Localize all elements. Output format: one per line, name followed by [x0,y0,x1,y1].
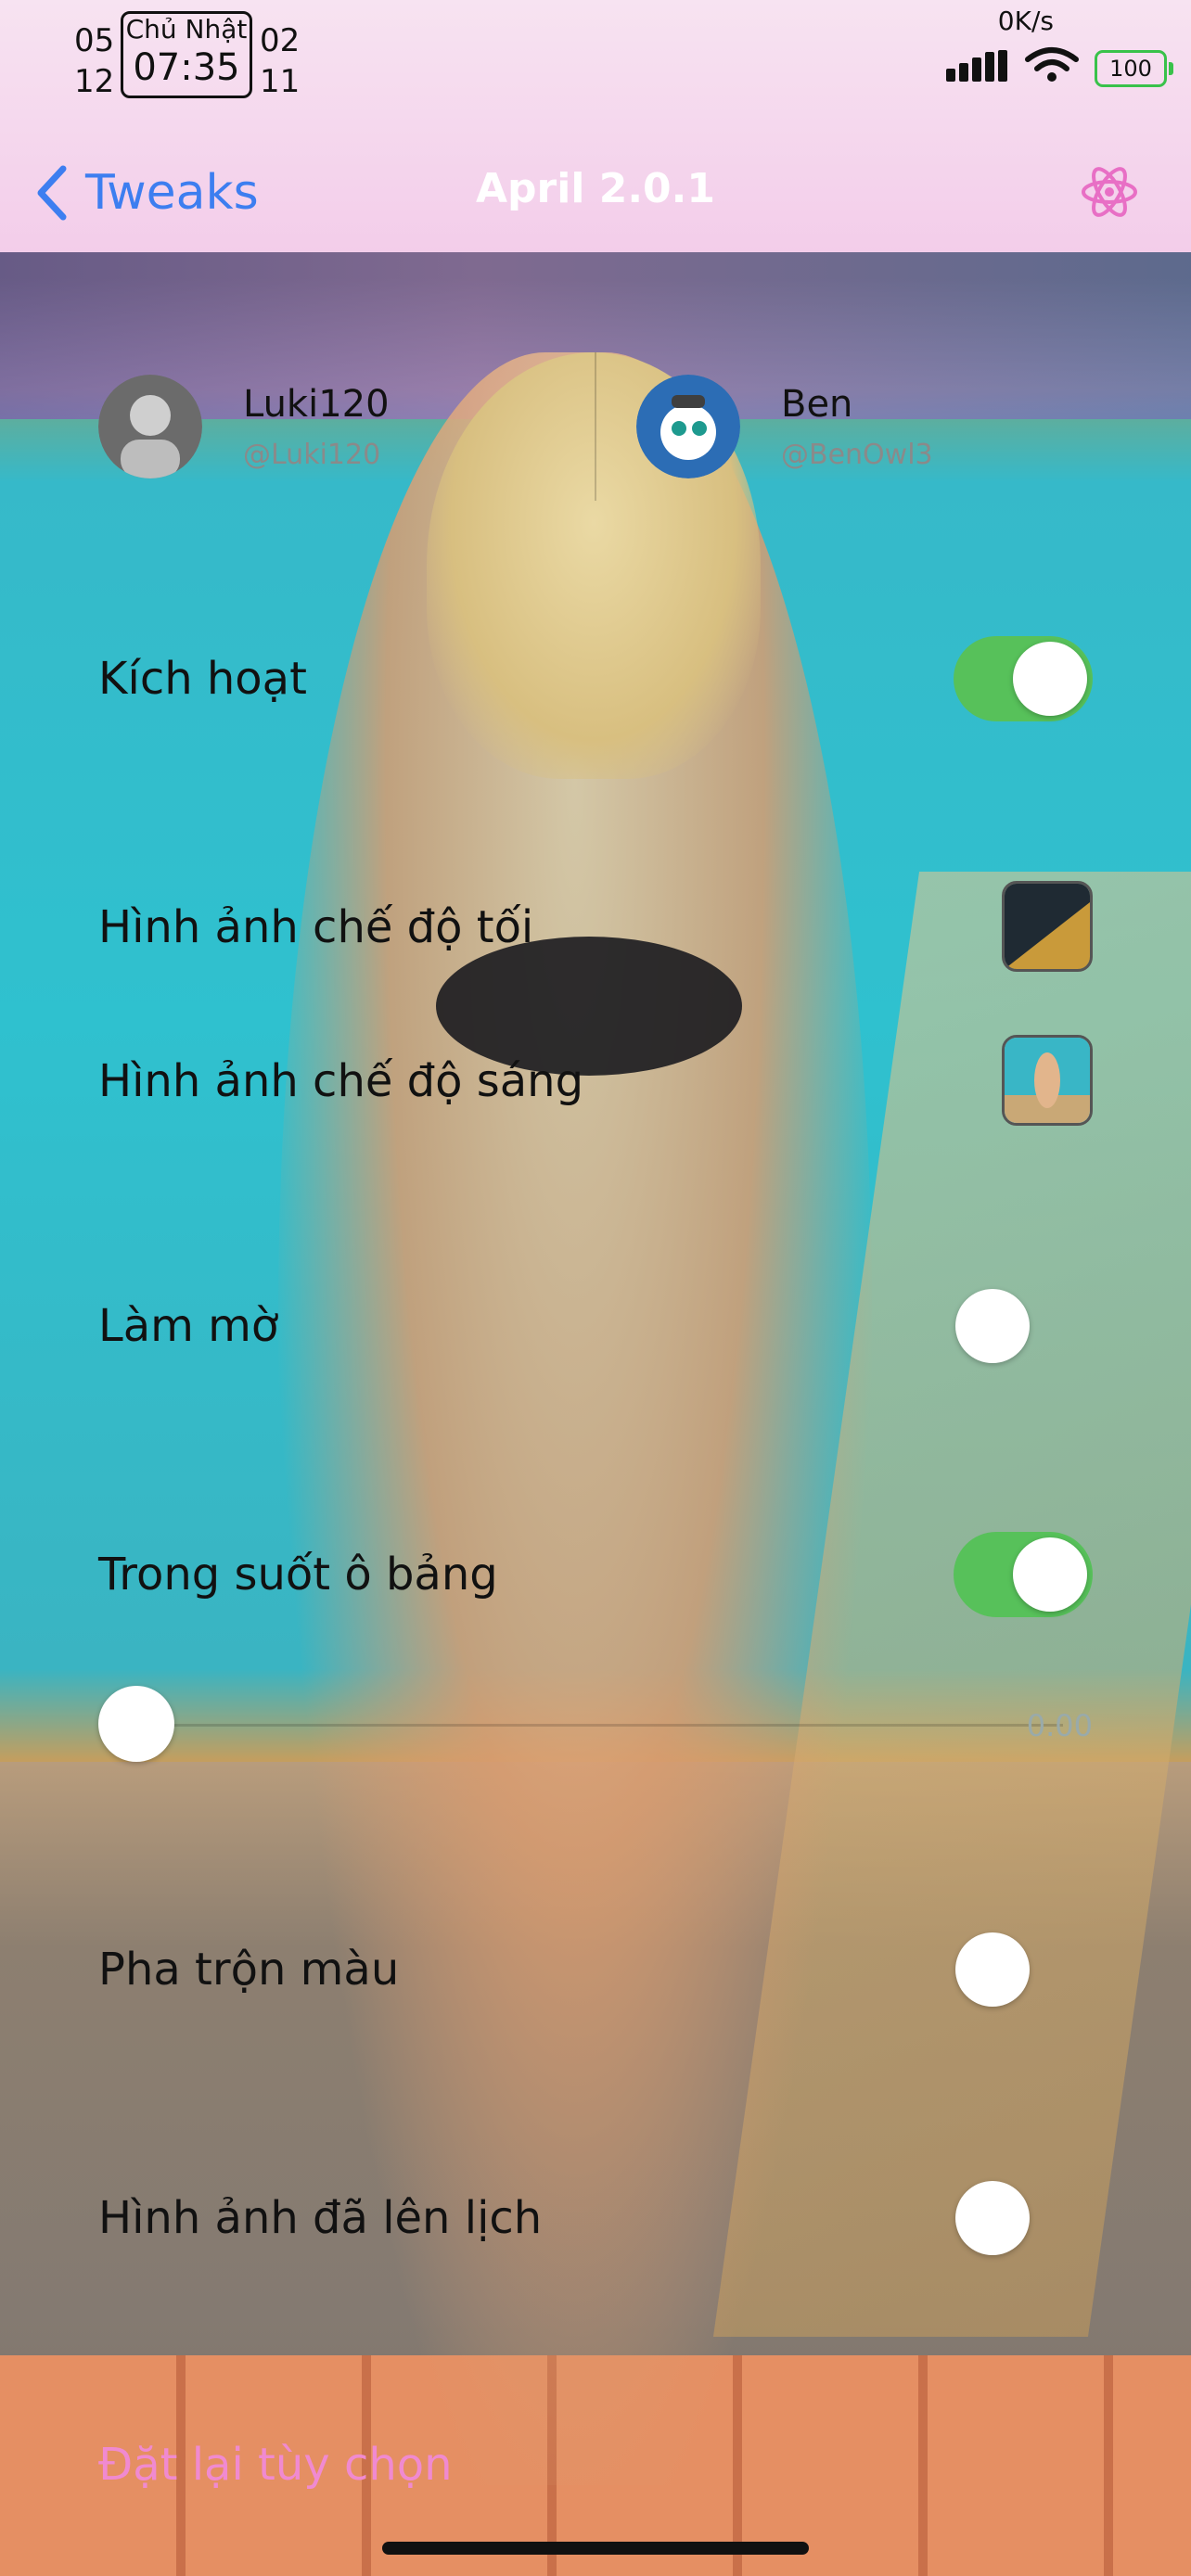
slider-knob[interactable] [98,1686,174,1762]
light-image-row[interactable]: Hình ảnh chế độ sáng [98,1035,1093,1128]
toggle-knob [955,1289,1030,1363]
cell-transparency-label: Trong suốt ô bảng [98,1549,498,1600]
cellular-signal-icon [946,50,1011,82]
credit-luki[interactable]: Luki120 @Luki120 [98,352,390,501]
enable-label: Kích hoạt [98,653,307,705]
page-title: April 2.0.1 [475,165,715,212]
status-right-dates: 02 11 [260,20,300,102]
status-indicators: 0K/s 100 [913,0,1191,93]
enable-row: Kích hoạt [98,636,1093,721]
blur-label: Làm mờ [98,1300,279,1352]
dark-image-thumbnail[interactable] [1002,881,1093,972]
status-left-bottom: 12 [74,63,115,100]
cell-transparency-row: Trong suốt ô bảng [98,1532,1093,1617]
wifi-icon [1025,47,1079,82]
color-blend-row: Pha trộn màu [98,1927,1093,2012]
header: 05 12 Chủ Nhật 07:35 02 11 0K/s 100 Twea… [0,0,1191,252]
color-blend-label: Pha trộn màu [98,1944,400,1996]
dark-image-row[interactable]: Hình ảnh chế độ tối [98,881,1093,974]
home-indicator[interactable] [382,2542,809,2555]
avatar [98,375,202,478]
enable-toggle[interactable] [954,636,1093,721]
status-left-dates: 05 12 [74,20,114,102]
color-blend-toggle[interactable] [954,1927,1093,2012]
light-image-thumbnail[interactable] [1002,1035,1093,1126]
credit-handle: @BenOwl3 [781,438,933,471]
credit-handle: @Luki120 [243,438,381,471]
reset-preferences-button[interactable]: Đặt lại tùy chọn [98,2439,453,2491]
cell-transparency-toggle[interactable] [954,1532,1093,1617]
avatar [636,375,740,478]
transparency-slider[interactable]: 0.00 [98,1678,1093,1771]
toggle-knob [1013,642,1087,716]
credit-name: Ben [781,382,853,426]
slider-value: 0.00 [1026,1708,1093,1743]
slider-track[interactable] [135,1724,1063,1727]
atom-icon[interactable] [1080,159,1139,224]
net-speed: 0K/s [997,6,1054,36]
scheduled-image-label: Hình ảnh đã lên lịch [98,2192,543,2244]
status-day: Chủ Nhật [125,14,248,45]
credit-name: Luki120 [243,382,390,426]
blur-row: Làm mờ [98,1283,1093,1369]
credits-divider [595,352,596,501]
status-right-top: 02 [260,22,301,59]
status-right-bottom: 11 [260,63,301,100]
scheduled-image-toggle[interactable] [954,2175,1093,2261]
toggle-knob [955,2181,1030,2255]
toggle-knob [1013,1537,1087,1612]
light-image-label: Hình ảnh chế độ sáng [98,1055,584,1107]
clock-box: Chủ Nhật 07:35 [121,11,252,98]
credit-ben[interactable]: Ben @BenOwl3 [636,352,933,501]
scheduled-image-row: Hình ảnh đã lên lịch [98,2175,1093,2261]
status-time: 07:35 [133,46,240,89]
toggle-knob [955,1932,1030,2007]
dark-image-label: Hình ảnh chế độ tối [98,901,534,953]
battery-indicator: 100 [1095,50,1173,87]
blur-toggle[interactable] [954,1283,1093,1369]
status-left-top: 05 [74,22,115,59]
